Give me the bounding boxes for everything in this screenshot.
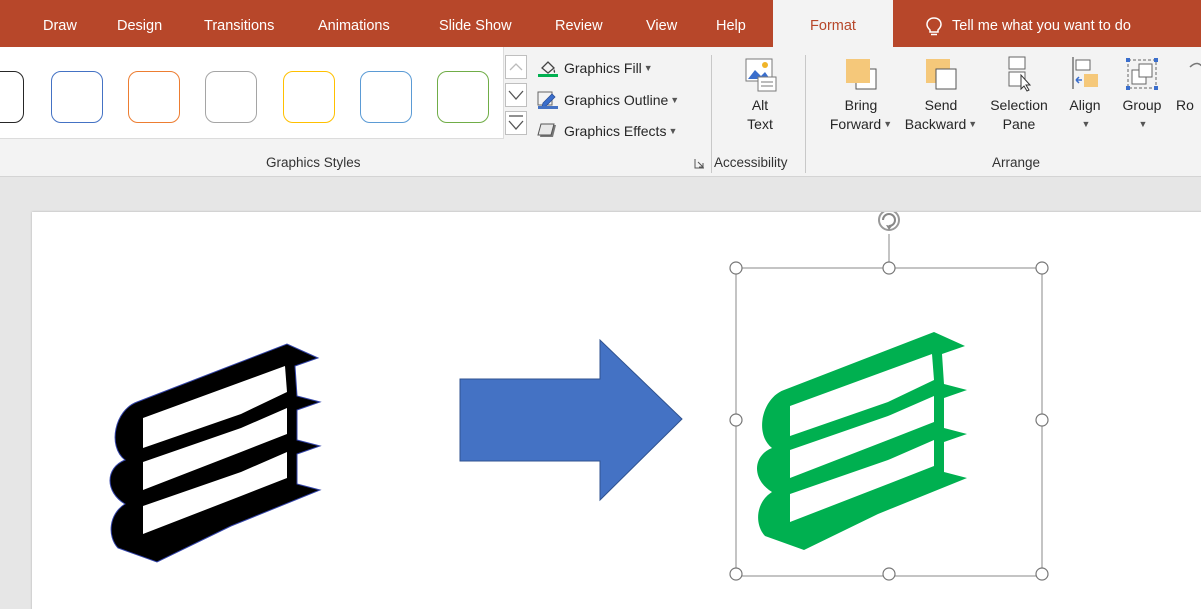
lightbulb-icon — [926, 17, 942, 36]
selection-pane-button[interactable]: Selection Pane — [985, 55, 1053, 134]
gallery-more-button[interactable] — [505, 111, 527, 135]
rotate-button[interactable]: Ro — [1176, 55, 1201, 115]
resize-handle-bottom-left[interactable] — [729, 567, 743, 581]
alt-text-label-line2: Text — [747, 116, 773, 132]
pencil-icon — [537, 91, 558, 109]
slide-graphics — [109, 212, 1049, 581]
align-label: Align — [1069, 97, 1101, 113]
tab-view[interactable]: View — [646, 0, 677, 47]
accessibility-group-label: Accessibility — [714, 155, 788, 170]
group-label: Group — [1122, 97, 1162, 113]
alt-text-icon — [745, 58, 777, 92]
style-swatch-blue[interactable] — [51, 71, 103, 123]
bring-forward-button[interactable]: Bring Forward ▼ — [819, 55, 903, 134]
resize-handle-bottom[interactable] — [882, 567, 896, 581]
resize-handle-top-right[interactable] — [1035, 261, 1049, 275]
paint-bucket-icon — [538, 61, 558, 77]
send-backward-icon — [926, 59, 957, 90]
books-icon-recolored[interactable] — [757, 332, 967, 550]
bring-forward-label-line2: Forward — [829, 116, 882, 132]
bring-forward-label-line1: Bring — [844, 97, 878, 113]
send-backward-label-line1: Send — [924, 97, 958, 113]
gallery-scroll-down-button[interactable] — [505, 83, 527, 107]
send-backward-label-line2: Backward — [904, 116, 967, 132]
alt-text-button[interactable]: Alt Text — [738, 55, 782, 134]
bring-forward-icon — [846, 59, 877, 90]
graphics-effects-label: Graphics Effects — [564, 123, 667, 139]
selection-pane-label-line2: Pane — [1002, 116, 1036, 132]
tab-help[interactable]: Help — [716, 0, 746, 47]
style-swatch-orange[interactable] — [128, 71, 180, 123]
tab-animations[interactable]: Animations — [318, 0, 390, 47]
resize-handle-bottom-right[interactable] — [1035, 567, 1049, 581]
rotate-icon[interactable] — [878, 212, 900, 231]
rotate-label: Ro — [1176, 97, 1194, 113]
effects-icon — [537, 123, 556, 137]
rotate-object-icon — [1189, 62, 1201, 68]
selection-pane-label-line1: Selection — [990, 97, 1048, 113]
tab-review[interactable]: Review — [555, 0, 603, 47]
graphics-styles-group-label: Graphics Styles — [266, 155, 361, 170]
align-icon — [1072, 57, 1098, 89]
slide[interactable] — [32, 212, 1201, 609]
powerpoint-window: Draw Design Transitions Animations Slide… — [0, 0, 1201, 609]
style-swatch-gray[interactable] — [205, 71, 257, 123]
graphics-outline-label: Graphics Outline — [564, 92, 669, 108]
style-swatch-gold[interactable] — [283, 71, 335, 123]
group-icon — [1126, 58, 1158, 90]
chevron-down-icon — [508, 90, 524, 100]
alt-text-label-line1: Alt — [751, 97, 769, 113]
group-button[interactable]: Group ▼ — [1116, 55, 1168, 134]
tab-slide-show[interactable]: Slide Show — [439, 0, 512, 47]
dialog-launcher-icon[interactable] — [694, 158, 705, 169]
graphics-styles-gallery — [0, 47, 504, 139]
send-backward-button[interactable]: Send Backward ▼ — [898, 55, 984, 134]
style-swatch-lightblue[interactable] — [360, 71, 412, 123]
ribbon-separator — [805, 55, 806, 173]
slide-canvas-area — [0, 178, 1201, 609]
arrange-group-label: Arrange — [992, 155, 1041, 170]
tab-design[interactable]: Design — [117, 0, 162, 47]
ribbon-separator — [711, 55, 712, 173]
tab-format[interactable]: Format — [773, 0, 893, 47]
chevron-up-icon — [509, 63, 523, 71]
graphics-fill-label: Graphics Fill — [564, 60, 642, 76]
resize-handle-top[interactable] — [882, 261, 896, 275]
gallery-expand-icon — [508, 115, 524, 130]
books-icon-original[interactable] — [109, 343, 322, 563]
right-arrow-shape[interactable] — [459, 338, 683, 502]
tab-draw[interactable]: Draw — [43, 0, 77, 47]
resize-handle-left[interactable] — [729, 413, 743, 427]
align-button[interactable]: Align ▼ — [1062, 55, 1108, 134]
tab-transitions[interactable]: Transitions — [204, 0, 274, 47]
resize-handle-right[interactable] — [1035, 413, 1049, 427]
ribbon-tab-bar: Draw Design Transitions Animations Slide… — [0, 0, 1201, 47]
tell-me-label: Tell me what you want to do — [952, 18, 1131, 34]
gallery-scroll — [505, 55, 527, 139]
selection-pane-icon — [1008, 56, 1032, 92]
resize-handle-top-left[interactable] — [729, 261, 743, 275]
style-swatch-green[interactable] — [437, 71, 489, 123]
style-swatch-dark[interactable] — [0, 71, 24, 123]
ribbon-panel: Graphics Fill ▼ Graphics Outline ▼ Graphic… — [0, 47, 1201, 177]
gallery-scroll-up-button[interactable] — [505, 55, 527, 79]
